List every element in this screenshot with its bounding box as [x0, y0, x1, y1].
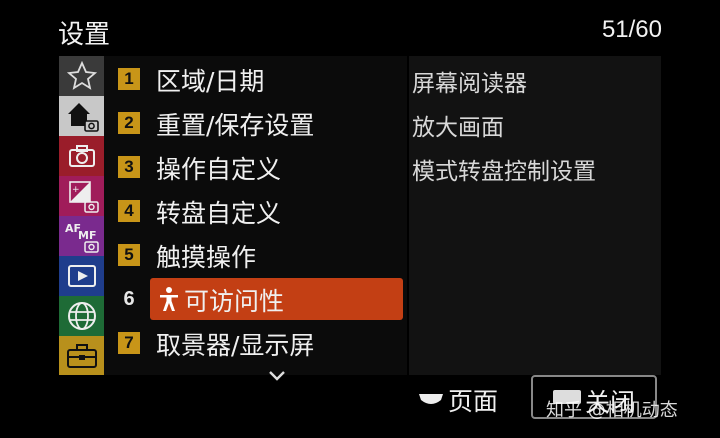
- tab-setup[interactable]: [59, 96, 104, 136]
- menu-number-badge: 4: [118, 200, 140, 222]
- footer-page-hint: 页面: [418, 382, 498, 418]
- tab-favorites[interactable]: [59, 56, 104, 96]
- detail-panel: 屏幕阅读器 放大画面 模式转盘控制设置: [409, 56, 661, 375]
- menu-item-4[interactable]: 4 转盘自定义: [104, 188, 407, 232]
- menu-item-label: 转盘自定义: [156, 199, 282, 228]
- menu-number-badge: 7: [118, 332, 140, 354]
- af-mf-camera-icon: AF MF: [65, 222, 99, 253]
- menu-number-badge: 5: [118, 244, 140, 266]
- menu-item-label: 触摸操作: [156, 243, 257, 272]
- tab-setup-tools[interactable]: [59, 336, 104, 375]
- home-camera-icon: [67, 103, 99, 132]
- playback-icon: [67, 265, 96, 287]
- star-icon: [66, 61, 97, 90]
- menu-item-label: 区域/日期: [156, 67, 265, 96]
- page-counter: 51/60: [601, 16, 662, 43]
- toolbox-icon: [66, 343, 97, 368]
- tab-exposure[interactable]: +: [59, 176, 104, 216]
- tab-playback[interactable]: [59, 256, 104, 296]
- watermark: 知乎 @相机动态: [546, 400, 678, 421]
- detail-item-screen-reader[interactable]: 屏幕阅读器: [412, 64, 527, 98]
- chevron-down-icon[interactable]: [268, 370, 286, 382]
- tab-focus[interactable]: AF MF: [59, 216, 104, 256]
- accessibility-icon: [160, 287, 178, 311]
- detail-item-magnify[interactable]: 放大画面: [412, 108, 504, 142]
- menu-item-3[interactable]: 3 操作自定义: [104, 144, 407, 188]
- menu-number-badge: 2: [118, 112, 140, 134]
- menu-number-badge: 6: [123, 288, 135, 310]
- page-label: 页面: [448, 387, 499, 416]
- sidebar: + AF MF: [59, 56, 104, 375]
- camera-icon: [68, 145, 95, 167]
- selection-highlight[interactable]: 可访问性: [150, 278, 403, 320]
- menu-item-6-selected[interactable]: 6 可访问性: [104, 276, 407, 320]
- page-title: 设置: [58, 20, 111, 50]
- menu-item-label: 重置/保存设置: [156, 111, 315, 140]
- menu-list: 1 区域/日期 2 重置/保存设置 3 操作自定义 4 转盘自定义 5 触摸操作…: [104, 56, 407, 375]
- tab-shooting[interactable]: [59, 136, 104, 176]
- globe-icon: [67, 302, 96, 330]
- menu-item-2[interactable]: 2 重置/保存设置: [104, 100, 407, 144]
- menu-item-7[interactable]: 7 取景器/显示屏: [104, 320, 407, 364]
- menu-item-5[interactable]: 5 触摸操作: [104, 232, 407, 276]
- control-wheel-icon: [419, 394, 443, 404]
- menu-item-label: 操作自定义: [156, 155, 282, 184]
- menu-item-label: 取景器/显示屏: [156, 331, 315, 360]
- exposure-camera-icon: +: [68, 181, 99, 213]
- tab-network[interactable]: [59, 296, 104, 336]
- menu-number-badge: 3: [118, 156, 140, 178]
- menu-number-badge: 1: [118, 68, 140, 90]
- menu-item-label: 可访问性: [184, 287, 285, 316]
- svg-text:+: +: [72, 185, 80, 195]
- menu-item-1[interactable]: 1 区域/日期: [104, 56, 407, 100]
- svg-text:MF: MF: [78, 229, 96, 242]
- detail-item-mode-dial[interactable]: 模式转盘控制设置: [412, 152, 596, 186]
